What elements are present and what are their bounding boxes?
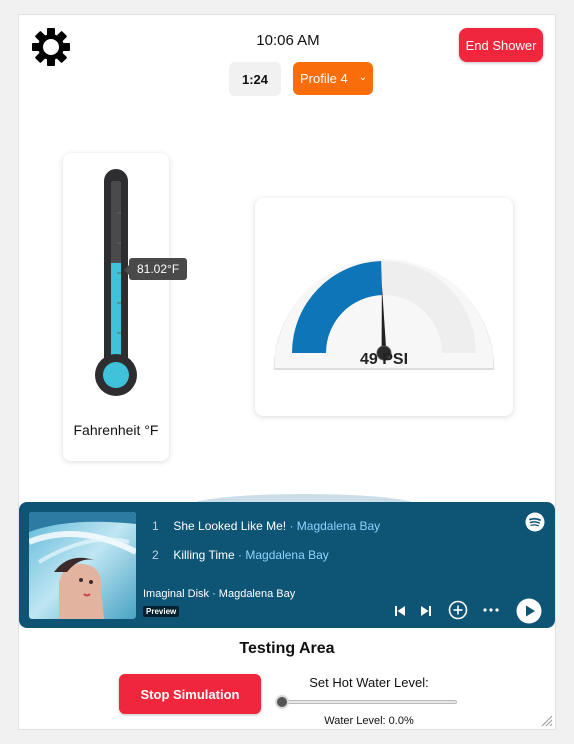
testing-area-title: Testing Area [239, 640, 335, 657]
next-track-icon[interactable] [419, 604, 433, 618]
thermometer-card [63, 153, 169, 461]
thermometer [95, 169, 137, 396]
album-info: Imaginal Disk · Magdalena Bay [143, 588, 296, 600]
shower-timer: 1:24 [229, 62, 281, 96]
water-level-label: Water Level: 0.0% [324, 715, 414, 727]
thermometer-fill [111, 262, 121, 363]
spotify-icon[interactable] [525, 512, 545, 532]
profile-select[interactable]: Profile 4 ⌄ [293, 62, 373, 95]
resize-handle-icon[interactable] [539, 713, 553, 727]
temperature-readout: 81.02°F [123, 258, 188, 280]
music-player: 1 She Looked Like Me! · Magdalena Bay 2 … [19, 502, 555, 628]
stop-simulation-button[interactable]: Stop Simulation [119, 674, 261, 714]
add-icon[interactable] [447, 599, 469, 621]
album-art [29, 512, 136, 619]
track-artist[interactable]: Magdalena Bay [245, 548, 328, 562]
more-icon[interactable] [481, 604, 501, 616]
track-number: 1 [152, 519, 159, 533]
prev-track-icon[interactable] [393, 604, 407, 618]
track-artist[interactable]: Magdalena Bay [297, 519, 380, 533]
temperature-unit-label: Fahrenheit °F [73, 422, 159, 438]
track-row[interactable]: 2 Killing Time · Magdalena Bay [152, 548, 329, 562]
app-window: 10:06 AM 1:24 Profile 4 ⌄ End Shower 81.… [18, 14, 556, 730]
hot-water-label: Set Hot Water Level: [309, 675, 429, 690]
end-shower-button[interactable]: End Shower [459, 28, 543, 62]
play-icon[interactable] [516, 598, 542, 624]
track-number: 2 [152, 548, 159, 562]
preview-badge: Preview [143, 606, 180, 617]
profile-label: Profile 4 [300, 71, 348, 86]
track-title: She Looked Like Me! [173, 519, 287, 533]
thermometer-bulb [103, 362, 129, 388]
chevron-down-icon: ⌄ [358, 72, 367, 83]
track-row[interactable]: 1 She Looked Like Me! · Magdalena Bay [152, 519, 380, 533]
hot-water-slider[interactable] [281, 700, 457, 704]
pressure-gauge-card [255, 198, 513, 416]
pressure-readout: 49 PSI [359, 351, 409, 368]
pressure-gauge [273, 259, 495, 371]
hot-water-slider-thumb[interactable] [275, 695, 289, 709]
track-title: Killing Time [173, 548, 235, 562]
